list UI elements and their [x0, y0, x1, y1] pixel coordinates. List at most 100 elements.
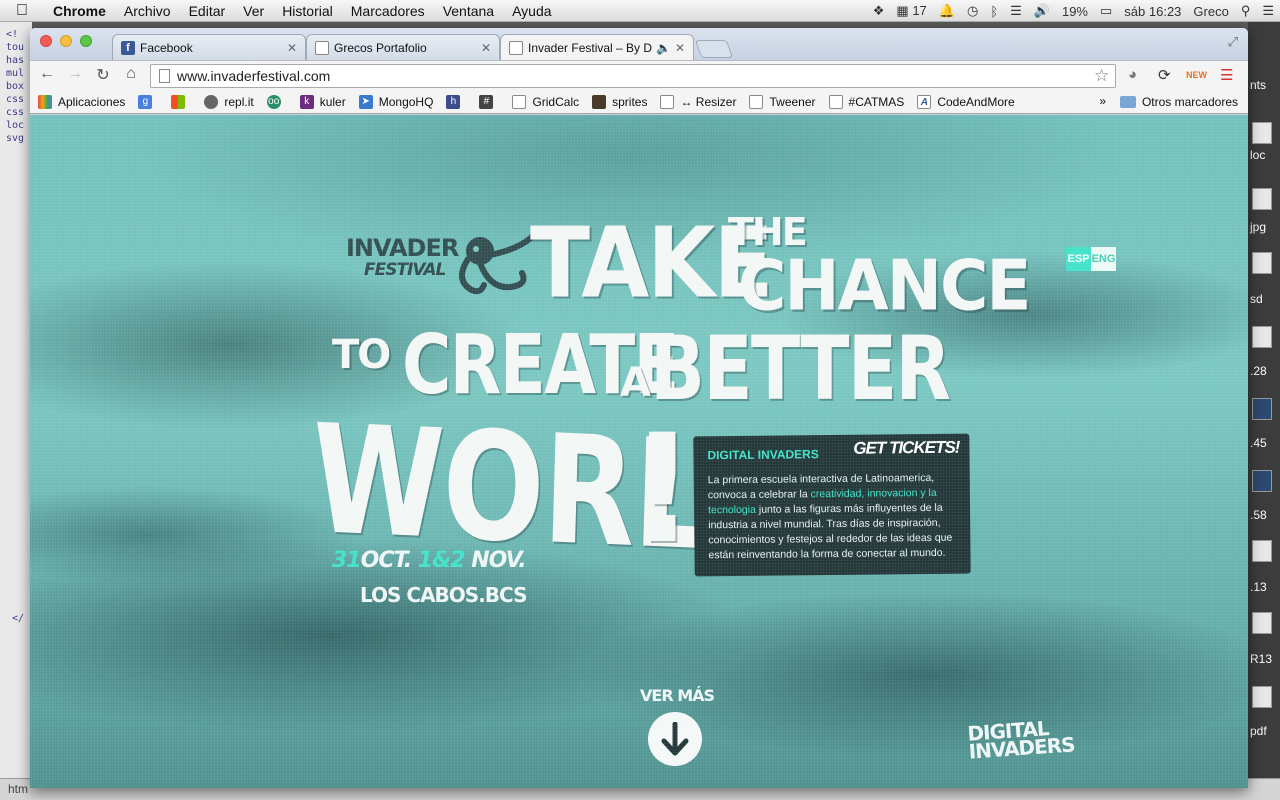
file-thumbnail[interactable] [1252, 252, 1272, 274]
desktop-file-label[interactable]: .45 [1250, 436, 1267, 450]
bookmark-tweener[interactable]: Tweener [749, 94, 816, 109]
headline-to: TO [332, 332, 391, 378]
bookmarks-overflow-chevron-icon[interactable]: » [1099, 94, 1106, 108]
bluetooth-icon[interactable]: ᛒ [984, 4, 1004, 19]
address-bar[interactable]: www.invaderfestival.com [150, 64, 1116, 88]
scroll-down-button[interactable] [648, 712, 702, 766]
lang-eng-button[interactable]: ENG [1091, 247, 1116, 271]
file-thumbnail[interactable] [1252, 612, 1272, 634]
reload-icon[interactable]: ↻ [92, 65, 114, 85]
editor-line: loc [6, 120, 25, 131]
chrome-menu-icon[interactable]: ☰ [1220, 66, 1233, 84]
zoom-window-button[interactable] [80, 35, 92, 47]
info-box: DIGITAL INVADERS GET TICKETS! La primera… [693, 433, 971, 577]
bookmark-codeandmore[interactable]: A CodeAndMore [917, 94, 1015, 109]
extension-icon[interactable]: ◕ [1128, 66, 1137, 83]
desktop-file-label[interactable]: .28 [1250, 364, 1267, 378]
back-arrow-icon[interactable]: ← [36, 65, 58, 83]
home-icon[interactable]: ⌂ [120, 65, 142, 83]
other-bookmarks[interactable]: Otros marcadores [1119, 95, 1238, 109]
menu-archivo[interactable]: Archivo [115, 3, 180, 19]
other-bookmarks-label: Otros marcadores [1141, 95, 1238, 109]
invader-festival-logo[interactable]: INVADER FESTIVAL [346, 236, 459, 281]
tab-grecos-portafolio[interactable]: Grecos Portafolio ✕ [306, 34, 500, 60]
forward-arrow-icon[interactable]: → [64, 65, 86, 83]
menu-marcadores[interactable]: Marcadores [342, 3, 434, 19]
tripadvisor-icon: oo [266, 94, 281, 109]
date-month-1: OCT. [360, 548, 412, 573]
tab-label: Facebook [140, 40, 193, 55]
tab-close-icon[interactable]: ✕ [675, 41, 685, 55]
menu-editar[interactable]: Editar [180, 3, 235, 19]
new-tab-button[interactable] [694, 40, 734, 58]
get-tickets-button[interactable]: GET TICKETS! [853, 438, 959, 459]
headline-exclamation: ! [628, 403, 696, 577]
bookmark-hash[interactable]: # [479, 94, 499, 109]
apple-menu-icon[interactable]:  [0, 2, 44, 20]
menu-ayuda[interactable]: Ayuda [503, 3, 560, 19]
bookmark-replit[interactable]: repl.it [204, 94, 254, 109]
menu-ver[interactable]: Ver [234, 3, 273, 19]
time-machine-icon[interactable]: ◷ [961, 3, 984, 19]
file-thumbnail[interactable] [1252, 398, 1272, 420]
desktop-file-label[interactable]: .58 [1250, 508, 1267, 522]
editor-line: css [6, 94, 25, 105]
bookmark-google[interactable]: g [138, 94, 158, 109]
desktop-file-label[interactable]: jpg [1250, 220, 1266, 234]
notification-center-icon[interactable]: ☰ [1256, 3, 1280, 19]
menu-historial[interactable]: Historial [273, 3, 342, 19]
tab-close-icon[interactable]: ✕ [481, 41, 491, 55]
wifi-icon[interactable]: ☰ [1004, 3, 1028, 19]
bookmark-catmas[interactable]: #CATMAS [828, 94, 904, 109]
tab-close-icon[interactable]: ✕ [287, 41, 297, 55]
bookmark-mongohq[interactable]: ➤ MongoHQ [358, 94, 433, 109]
new-extension-icon[interactable]: NEW [1186, 70, 1207, 80]
address-url: www.invaderfestival.com [177, 68, 331, 84]
bookmark-tripadvisor[interactable]: oo [266, 94, 287, 109]
battery-icon[interactable]: ▭ [1094, 3, 1118, 19]
bookmark-kuler[interactable]: k kuler [299, 94, 346, 109]
volume-icon[interactable]: 🔊 [1028, 3, 1056, 19]
desktop-file-label[interactable]: R13 [1250, 652, 1272, 666]
desktop-file-label[interactable]: sd [1250, 292, 1263, 306]
bookmark-gridcalc[interactable]: GridCalc [512, 94, 579, 109]
bookmark-aplicaciones[interactable]: Aplicaciones [38, 94, 125, 109]
menu-ventana[interactable]: Ventana [434, 3, 503, 19]
desktop-file-label[interactable]: .13 [1250, 580, 1267, 594]
minimize-window-button[interactable] [60, 35, 72, 47]
bookmark-h[interactable]: h [446, 94, 466, 109]
invader-festival-page: INVADER FESTIVAL TAKE THE CHANCE TO CREA… [30, 115, 1248, 788]
tab-invader-festival[interactable]: Invader Festival – By Dig 🔈 ✕ [500, 34, 694, 60]
file-thumbnail[interactable] [1252, 686, 1272, 708]
desktop-file-label[interactable]: nts [1250, 78, 1266, 92]
fullscreen-icon[interactable]: ⤢ [1228, 34, 1238, 50]
file-thumbnail[interactable] [1252, 326, 1272, 348]
file-thumbnail[interactable] [1252, 470, 1272, 492]
bookmark-resizer[interactable]: ↔ Resizer [660, 94, 736, 109]
editor-line: svg [6, 133, 25, 144]
digital-invaders-logo[interactable]: DIGITAL INVADERS [967, 716, 1076, 764]
desktop-file-label[interactable]: pdf [1250, 724, 1267, 738]
file-thumbnail[interactable] [1252, 188, 1272, 210]
close-window-button[interactable] [40, 35, 52, 47]
lang-esp-button[interactable]: ESP [1066, 247, 1091, 271]
file-thumbnail[interactable] [1252, 122, 1272, 144]
notifications-count-icon[interactable]: ▦ 17 [890, 3, 932, 19]
battery-percent[interactable]: 19% [1056, 4, 1094, 19]
bell-icon[interactable]: 🔔 [933, 3, 961, 19]
menu-app-chrome[interactable]: Chrome [44, 3, 115, 19]
spotlight-search-icon[interactable]: ⚲ [1235, 3, 1257, 19]
sync-extension-icon[interactable]: ⟳ [1158, 66, 1171, 84]
ver-mas-label[interactable]: VER MÁS [640, 686, 715, 705]
editor-line: tou [6, 42, 25, 53]
tab-facebook[interactable]: f Facebook ✕ [112, 34, 306, 60]
user-name[interactable]: Greco [1187, 4, 1234, 19]
bookmark-sprites[interactable]: sprites [592, 94, 647, 109]
desktop-file-label[interactable]: loc [1250, 148, 1265, 162]
clock[interactable]: sáb 16:23 [1118, 4, 1187, 19]
bookmark-star-icon[interactable]: ☆ [1094, 66, 1109, 86]
dropbox-icon[interactable]: ❖ [867, 3, 891, 19]
file-thumbnail[interactable] [1252, 540, 1272, 562]
bookmark-windows[interactable] [171, 94, 191, 109]
tab-label: Grecos Portafolio [334, 40, 427, 55]
